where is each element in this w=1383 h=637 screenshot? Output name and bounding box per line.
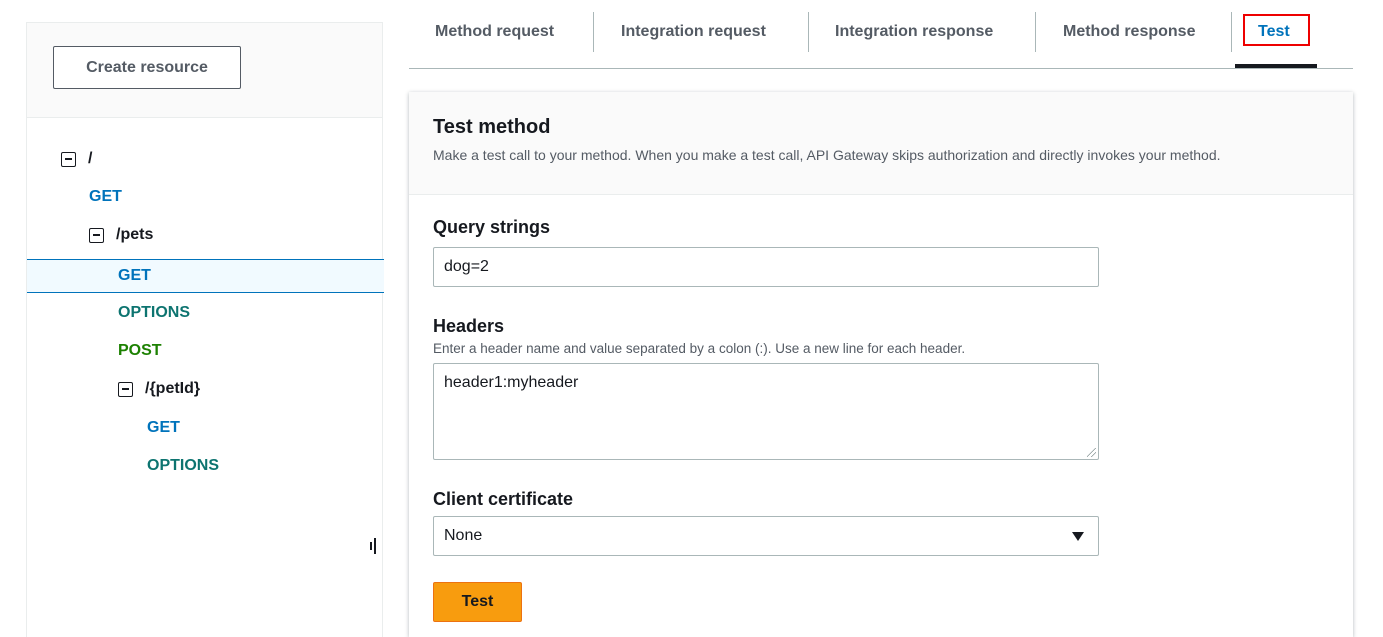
tab-divider [1231, 12, 1232, 52]
caret-down-icon [1072, 532, 1084, 541]
query-strings-label: Query strings [433, 217, 551, 237]
tab-divider [1035, 12, 1036, 52]
tree-method-pets-options[interactable]: OPTIONS [27, 296, 384, 330]
method-label: OPTIONS [118, 304, 191, 321]
panel-resize-handle[interactable] [370, 537, 376, 555]
tab-method-response[interactable]: Method response [1063, 14, 1195, 50]
collapse-icon[interactable] [118, 381, 133, 397]
headers-value: header1:myheader [444, 374, 579, 391]
tab-integration-request[interactable]: Integration request [621, 14, 766, 50]
resource-path-label: /{petId} [145, 380, 201, 397]
method-label: OPTIONS [147, 457, 220, 474]
collapse-icon[interactable] [89, 227, 104, 243]
resources-panel: Create resource / GET /pets GET OPTIONS … [26, 22, 384, 637]
test-method-header: Test method Make a test call to your met… [409, 92, 1353, 195]
collapse-icon[interactable] [61, 151, 76, 167]
tree-method-root-get[interactable]: GET [27, 180, 384, 214]
resources-panel-header: Create resource [27, 23, 382, 118]
client-certificate-value: None [444, 527, 483, 544]
tab-test[interactable]: Test [1258, 14, 1290, 50]
client-certificate-label: Client certificate [433, 489, 574, 509]
tree-method-pets-get[interactable]: GET [27, 259, 384, 293]
tab-divider [808, 12, 809, 52]
query-strings-input[interactable]: dog=2 [433, 247, 1099, 287]
tree-method-petid-get[interactable]: GET [27, 411, 384, 445]
resource-path-label: /pets [116, 226, 154, 243]
create-resource-button[interactable]: Create resource [53, 46, 241, 89]
page-title: Test method [433, 116, 551, 138]
headers-label: Headers [433, 316, 505, 336]
tree-resource-root[interactable]: / [27, 142, 384, 176]
tree-resource-pets[interactable]: /pets [27, 218, 384, 252]
tab-method-request[interactable]: Method request [435, 14, 554, 50]
resize-grip-icon[interactable] [1087, 448, 1096, 457]
method-label: GET [89, 188, 122, 205]
page-description: Make a test call to your method. When yo… [433, 147, 1221, 163]
resource-path-label: / [88, 150, 93, 167]
headers-textarea[interactable]: header1:myheader [433, 363, 1099, 460]
tree-method-pets-post[interactable]: POST [27, 334, 384, 368]
headers-description: Enter a header name and value separated … [433, 341, 966, 356]
tree-method-petid-options[interactable]: OPTIONS [27, 449, 384, 483]
active-tab-indicator [1235, 64, 1317, 68]
method-label: GET [147, 419, 180, 436]
test-method-panel: Test method Make a test call to your met… [409, 92, 1353, 637]
method-label: GET [118, 267, 151, 284]
tree-resource-petid[interactable]: /{petId} [27, 372, 384, 406]
test-button[interactable]: Test [433, 582, 522, 622]
method-label: POST [118, 342, 162, 359]
tab-integration-response[interactable]: Integration response [835, 14, 993, 50]
tab-divider [593, 12, 594, 52]
client-certificate-select[interactable]: None [433, 516, 1099, 556]
